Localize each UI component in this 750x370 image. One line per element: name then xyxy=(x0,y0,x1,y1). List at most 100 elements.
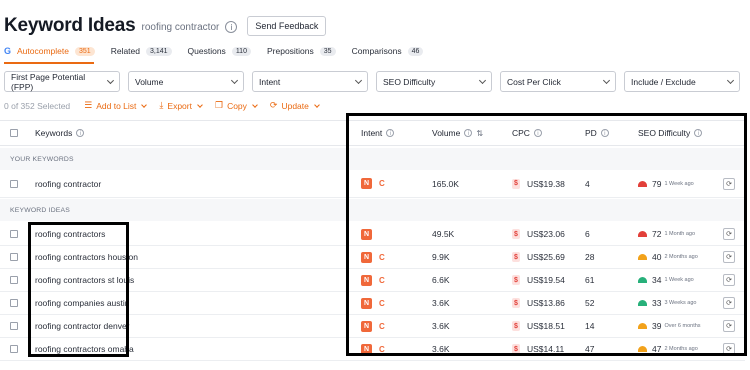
cpc-value: US$14.11 xyxy=(527,344,565,354)
table-row[interactable]: roofing contractors st louis N C 6.6K $ … xyxy=(0,269,745,292)
column-header-intent[interactable]: Intent i xyxy=(361,121,395,145)
info-icon[interactable]: i xyxy=(600,129,609,137)
row-checkbox[interactable] xyxy=(10,246,18,268)
refresh-button[interactable]: ⟳ xyxy=(723,246,735,268)
info-icon[interactable]: i xyxy=(464,129,473,137)
export-button[interactable]: ⤓ Export xyxy=(159,101,203,111)
row-checkbox[interactable] xyxy=(10,223,18,245)
keyword-cell[interactable]: roofing contractor xyxy=(35,170,101,197)
volume-cell: 165.0K xyxy=(432,178,459,189)
fpp-filter-dropdown[interactable]: First Page Potential (FPP) xyxy=(4,71,120,92)
refresh-button[interactable]: ⟳ xyxy=(723,223,735,245)
info-icon[interactable]: i xyxy=(694,129,703,137)
seo-difficulty-cell: 72 1 Month ago xyxy=(638,223,695,245)
filter-label: Include / Exclude xyxy=(631,76,696,87)
add-to-list-button[interactable]: ☰ Add to List xyxy=(84,101,148,111)
cpc-cell: $ US$23.06 xyxy=(512,223,565,245)
keyword-cell[interactable]: roofing companies austin xyxy=(35,292,130,314)
info-icon[interactable]: i xyxy=(76,129,85,137)
navigational-intent-badge: N xyxy=(361,274,372,286)
keyword-cell[interactable]: roofing contractors st louis xyxy=(35,269,134,291)
column-header-keywords[interactable]: Keywords i xyxy=(35,121,85,145)
filter-label: Cost Per Click xyxy=(507,76,561,87)
tab-prepositions[interactable]: Prepositions 35 xyxy=(267,40,336,62)
row-checkbox[interactable] xyxy=(10,292,18,314)
tab-related[interactable]: Related 3,141 xyxy=(111,40,172,62)
column-header-volume[interactable]: Volume i ⇅ xyxy=(432,121,483,145)
update-button[interactable]: ⟳ Update xyxy=(269,101,320,111)
intent-cell: N C xyxy=(361,292,385,314)
refresh-button[interactable]: ⟳ xyxy=(723,315,735,337)
volume-cell: 3.6K xyxy=(432,298,450,308)
cpc-filter-dropdown[interactable]: Cost Per Click xyxy=(500,71,616,92)
refresh-button[interactable]: ⟳ xyxy=(723,170,735,197)
refresh-icon: ⟳ xyxy=(723,320,735,332)
cpc-value: US$18.51 xyxy=(527,321,565,331)
cpc-cell: $ US$14.11 xyxy=(512,338,564,360)
column-label: Keywords xyxy=(35,128,73,138)
chevron-down-icon xyxy=(252,101,258,108)
row-checkbox[interactable] xyxy=(10,269,18,291)
info-icon[interactable]: i xyxy=(386,129,395,137)
column-header-seo-difficulty[interactable]: SEO Difficulty i xyxy=(638,121,703,145)
commercial-intent-badge: C xyxy=(379,321,385,331)
keyword-cell[interactable]: roofing contractors xyxy=(35,223,105,245)
table-row[interactable]: roofing contractors omaha N C 3.6K $ US$… xyxy=(0,338,745,361)
send-feedback-button[interactable]: Send Feedback xyxy=(247,16,327,36)
difficulty-gauge-icon xyxy=(638,323,647,329)
filter-bar: First Page Potential (FPP) Volume Intent… xyxy=(4,71,740,92)
dollar-icon: $ xyxy=(512,344,520,354)
chevron-down-icon xyxy=(197,101,203,108)
tab-label: Related xyxy=(110,46,140,56)
cpc-value: US$23.06 xyxy=(527,229,565,239)
difficulty-gauge-icon xyxy=(638,277,647,283)
row-checkbox[interactable] xyxy=(10,315,18,337)
table-row[interactable]: roofing contractors N 49.5K $ US$23.06 6… xyxy=(0,223,745,246)
pd-cell: 4 xyxy=(585,178,590,189)
dollar-icon: $ xyxy=(512,229,520,239)
table-row[interactable]: roofing contractor denver N C 3.6K $ US$… xyxy=(0,315,745,338)
column-label: PD xyxy=(585,128,597,138)
intent-filter-dropdown[interactable]: Intent xyxy=(252,71,368,92)
seo-difficulty-filter-dropdown[interactable]: SEO Difficulty xyxy=(376,71,492,92)
keyword-cell[interactable]: roofing contractors omaha xyxy=(35,338,134,360)
seo-difficulty-value: 34 xyxy=(652,275,662,285)
sort-icon[interactable]: ⇅ xyxy=(476,129,483,138)
row-checkbox[interactable] xyxy=(10,338,18,360)
pd-cell: 52 xyxy=(585,298,595,308)
info-icon[interactable]: i xyxy=(225,21,238,33)
table-row[interactable]: roofing companies austin N C 3.6K $ US$1… xyxy=(0,292,745,315)
select-all-checkbox[interactable] xyxy=(10,121,18,145)
tab-questions[interactable]: Questions 110 xyxy=(188,40,251,62)
volume-filter-dropdown[interactable]: Volume xyxy=(128,71,244,92)
refresh-icon: ⟳ xyxy=(269,101,278,111)
refresh-button[interactable]: ⟳ xyxy=(723,338,735,360)
cpc-cell: $ US$19.38 xyxy=(512,170,565,197)
refresh-button[interactable]: ⟳ xyxy=(723,269,735,291)
copy-button[interactable]: ❐ Copy xyxy=(215,101,258,111)
info-icon[interactable]: i xyxy=(533,129,542,137)
table-row[interactable]: roofing contractor N C 165.0K $ US$19.38… xyxy=(0,170,745,198)
column-label: Volume xyxy=(432,128,461,138)
tab-comparisons[interactable]: Comparisons 46 xyxy=(352,40,424,62)
table-row[interactable]: roofing contractors houston N C 9.9K $ U… xyxy=(0,246,745,269)
navigational-intent-badge: N xyxy=(361,228,372,240)
intent-cell: N C xyxy=(361,170,385,197)
tab-count: 351 xyxy=(75,46,95,56)
intent-cell: N C xyxy=(361,246,385,268)
column-header-pd[interactable]: PD i xyxy=(585,121,609,145)
tab-autocomplete[interactable]: G Autocomplete 351 xyxy=(4,40,95,62)
keyword-cell[interactable]: roofing contractor denver xyxy=(35,315,130,337)
page-header: Keyword Ideas roofing contractor i Send … xyxy=(4,12,327,40)
refresh-button[interactable]: ⟳ xyxy=(723,292,735,314)
row-checkbox[interactable] xyxy=(10,170,18,197)
keyword-cell[interactable]: roofing contractors houston xyxy=(35,246,138,268)
list-add-icon: ☰ xyxy=(84,101,93,111)
seo-difficulty-date: 3 Weeks ago xyxy=(664,300,697,306)
column-header-cpc[interactable]: CPC i xyxy=(512,121,542,145)
page-title: Keyword Ideas xyxy=(4,15,136,36)
include-exclude-filter-dropdown[interactable]: Include / Exclude xyxy=(624,71,740,92)
navigational-intent-badge: N xyxy=(361,178,372,189)
commercial-intent-badge: C xyxy=(379,344,385,354)
seo-difficulty-date: Over 6 months xyxy=(664,323,701,329)
